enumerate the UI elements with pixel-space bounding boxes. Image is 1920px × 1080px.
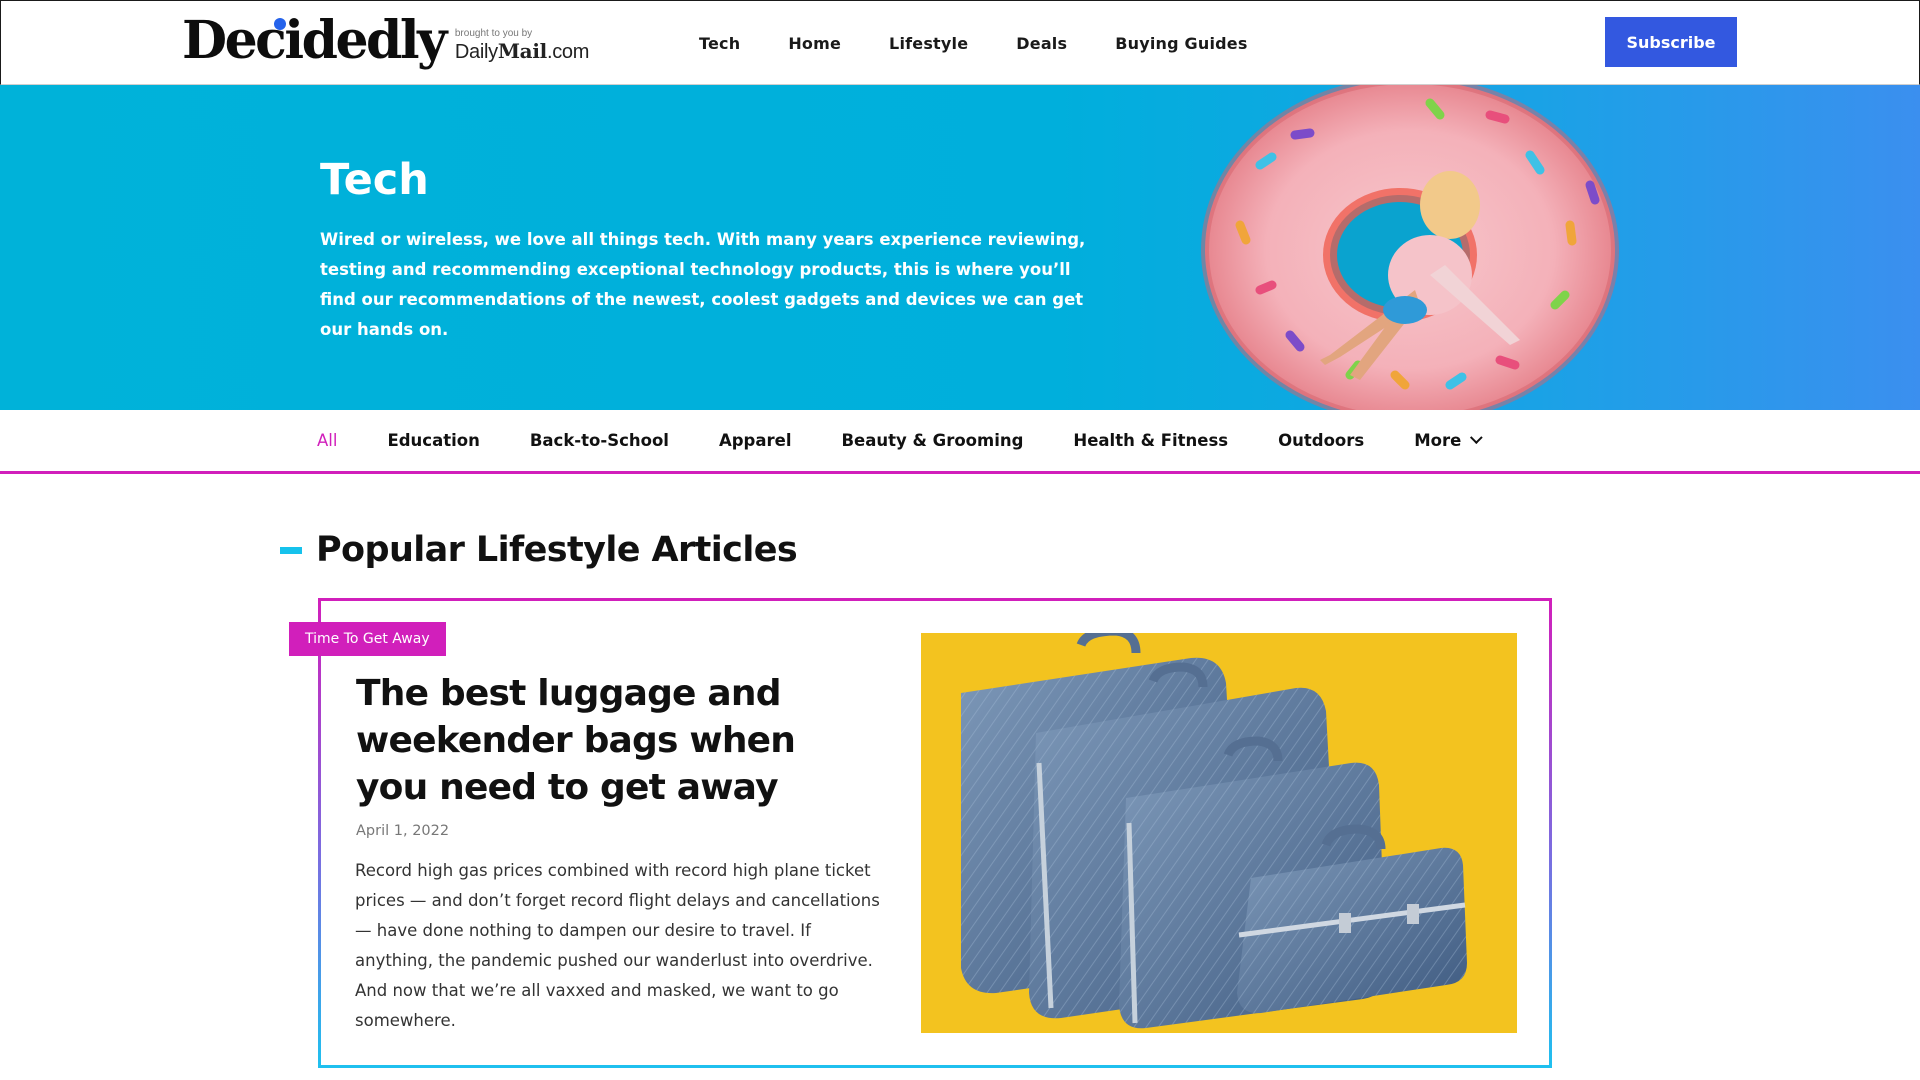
section-title: Popular Lifestyle Articles xyxy=(316,530,798,570)
nav-lifestyle[interactable]: Lifestyle xyxy=(889,34,968,53)
hero-donut-float-image xyxy=(1201,85,1619,410)
category-description: Wired or wireless, we love all things te… xyxy=(320,230,1086,339)
subcategory-tabs: All Education Back-to-School Apparel Bea… xyxy=(0,410,1920,474)
section-heading: Popular Lifestyle Articles xyxy=(280,530,798,570)
main-nav: Tech Home Lifestyle Deals Buying Guides xyxy=(699,1,1296,86)
nav-home[interactable]: Home xyxy=(788,34,841,53)
partner-part-a: Daily xyxy=(454,41,498,63)
category-hero: Tech Wired or wireless, we love all thin… xyxy=(0,85,1920,410)
tab-more[interactable]: More xyxy=(1414,431,1484,450)
partner-part-c: .com xyxy=(546,41,590,63)
tab-education[interactable]: Education xyxy=(387,431,479,450)
logo-partner: DailyMail.com xyxy=(454,39,590,63)
chevron-down-icon xyxy=(1470,431,1484,445)
nav-deals[interactable]: Deals xyxy=(1016,34,1067,53)
tab-back-to-school[interactable]: Back-to-School xyxy=(530,431,669,450)
tab-beauty-grooming[interactable]: Beauty & Grooming xyxy=(841,431,1023,450)
tab-apparel[interactable]: Apparel xyxy=(719,431,792,450)
page-title: Tech xyxy=(320,155,429,205)
luggage-illustration xyxy=(921,633,1517,1033)
article-date: April 1, 2022 xyxy=(356,823,450,839)
subscribe-button[interactable]: Subscribe xyxy=(1605,17,1737,67)
tab-health-fitness[interactable]: Health & Fitness xyxy=(1073,431,1228,450)
partner-part-b: Mail xyxy=(497,39,547,63)
tab-all[interactable]: All xyxy=(317,431,337,450)
site-logo[interactable]: Decidedly brought to you by DailyMail.co… xyxy=(182,15,589,67)
logo-dot-icon xyxy=(274,18,286,30)
tab-outdoors[interactable]: Outdoors xyxy=(1278,431,1364,450)
logo-text: Decidedly xyxy=(182,10,447,71)
article-luggage-image[interactable] xyxy=(921,633,1517,1033)
article-excerpt: Record high gas prices combined with rec… xyxy=(355,861,880,1030)
section-accent-dash xyxy=(280,546,302,554)
nav-buying-guides[interactable]: Buying Guides xyxy=(1115,34,1247,53)
article-title[interactable]: The best luggage and weekender bags when… xyxy=(356,670,876,811)
nav-tech[interactable]: Tech xyxy=(699,34,740,53)
tab-more-label: More xyxy=(1414,431,1462,450)
logo-attribution: brought to you by DailyMail.com xyxy=(454,28,590,63)
site-header: Decidedly brought to you by DailyMail.co… xyxy=(0,0,1920,85)
article-tag-badge[interactable]: Time To Get Away xyxy=(289,622,446,656)
logo-wordmark: Decidedly xyxy=(182,15,447,67)
